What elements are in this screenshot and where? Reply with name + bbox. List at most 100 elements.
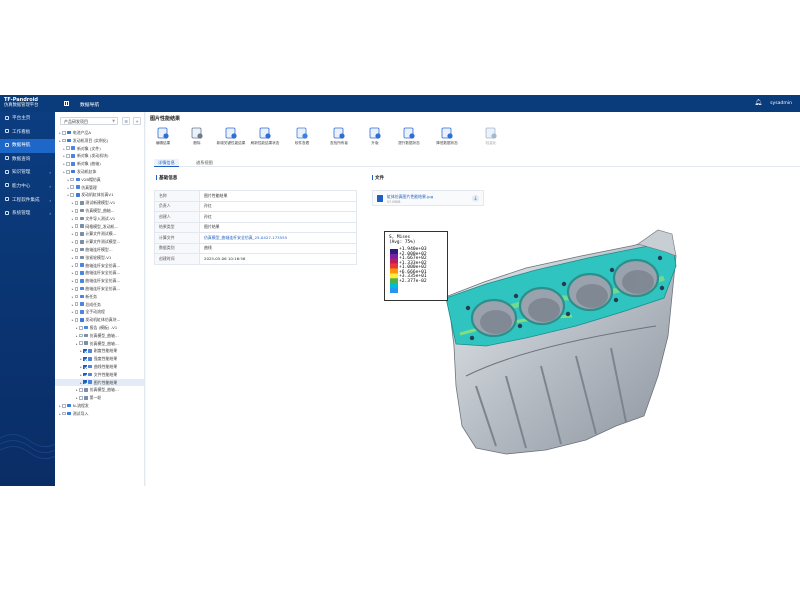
tool-button[interactable]: 降低数据状态	[432, 126, 462, 145]
tree-node[interactable]: ▸ 仿真管理	[55, 184, 144, 192]
tree-node[interactable]: ▸ 强度性能结果	[55, 355, 144, 363]
nav-item[interactable]: 能力中心 ›	[0, 180, 55, 194]
tree-node[interactable]: ▸ 新对象 (发动机块)	[55, 152, 144, 160]
tool-button[interactable]: 查找所有者	[324, 126, 354, 145]
tree-checkbox[interactable]	[74, 239, 79, 244]
tree-checkbox[interactable]	[78, 388, 83, 392]
tool-button[interactable]: 新增关键性能结果	[216, 126, 246, 145]
tree-node[interactable]: ▸ 仿真模型_曲轴…	[55, 332, 144, 340]
tree-checkbox[interactable]	[66, 169, 70, 174]
tree-checkbox[interactable]	[78, 325, 83, 330]
tree-checkbox[interactable]	[83, 372, 87, 377]
tool-button[interactable]: 提升数据状态	[394, 126, 424, 145]
add-node-icon[interactable]: +	[133, 117, 141, 125]
tree-node[interactable]: ▸ 刚度性能结果	[55, 347, 144, 355]
tree-node[interactable]: ▸ 仿真模型_曲轴…	[55, 340, 144, 348]
tree-node[interactable]: ▸ 图片性能结果	[55, 378, 144, 387]
tree-checkbox[interactable]	[83, 349, 87, 353]
tree-node[interactable]: ▸ 曲轴连杆安全仿真…	[55, 269, 144, 277]
tree-checkbox[interactable]	[74, 294, 79, 299]
tree-checkbox[interactable]	[70, 193, 75, 197]
nav-item[interactable]: 数据导航	[0, 139, 55, 153]
file-card[interactable]: 缸体仿真图片性能结果.jpg 57.09KB ⤓	[372, 190, 484, 206]
tree-node[interactable]: ▸ 曲轴连杆模型…	[55, 246, 144, 254]
tree-node[interactable]: ▸ 张紧轮模型-V1	[55, 254, 144, 262]
tree-node[interactable]: ▸ 电池产品A	[55, 129, 144, 137]
nav-item[interactable]: 知识管理 ›	[0, 166, 55, 180]
tree-checkbox[interactable]	[74, 271, 79, 275]
tree-node[interactable]: ▸ 第一轮	[55, 394, 144, 402]
tree-checkbox[interactable]	[74, 278, 79, 283]
tree-node[interactable]: ▸ 文件导入测试-V1	[55, 215, 144, 223]
tree-node[interactable]: ▸ 曲轴连杆安全仿真…	[55, 285, 144, 293]
tool-button[interactable]: 刷新性能结果状态	[250, 126, 280, 145]
tree-node[interactable]: ▸ 新任务	[55, 293, 144, 301]
tree-checkbox[interactable]	[83, 356, 87, 361]
tab[interactable]: 详情信息	[154, 159, 179, 167]
tree-node[interactable]: ▸ 曲轴连杆安全仿真…	[55, 277, 144, 285]
collapse-menu-icon[interactable]	[64, 101, 69, 106]
tree-checkbox[interactable]	[74, 247, 79, 252]
tree-node[interactable]: ▸ 测试导入	[55, 410, 144, 418]
tree-node[interactable]: ▸ V2B帽仿真	[55, 176, 144, 184]
tree-node[interactable]: ▸ 曲轴连杆安全仿真…	[55, 262, 144, 270]
tree-checkbox[interactable]	[83, 364, 87, 369]
tree-node[interactable]: ▸ 发动机缸体仿真V1	[55, 191, 144, 199]
tree-checkbox[interactable]	[78, 395, 83, 400]
tab[interactable]: 谱系视图	[192, 159, 217, 167]
bell-icon[interactable]: 🔔︎	[754, 100, 762, 106]
tree-checkbox[interactable]	[78, 341, 83, 346]
nav-item[interactable]: 工程软件集成 ›	[0, 194, 55, 208]
tree-checkbox[interactable]	[62, 138, 66, 143]
tool-button[interactable]: 升版	[360, 126, 390, 145]
tree-node[interactable]: ▸ 仿真模型_曲轴…	[55, 386, 144, 394]
tree-node[interactable]: ▸ 仿真模型_曲轴…	[55, 207, 144, 215]
project-select[interactable]: 产品研发项目 ▼	[60, 117, 118, 125]
info-link[interactable]: 仿真模型_曲轴连杆安全仿真_25-0427-173555	[199, 232, 357, 244]
nav-item[interactable]: 工作看板	[0, 126, 55, 140]
tree-checkbox[interactable]	[70, 177, 75, 182]
tree-node[interactable]: ▸ 网格模型_发动机…	[55, 223, 144, 231]
tree-node[interactable]: ▸ 总成任务	[55, 301, 144, 309]
nav-item[interactable]: 系统管理 ›	[0, 207, 55, 221]
tree-checkbox[interactable]	[62, 130, 66, 135]
tree-checkbox[interactable]	[78, 333, 83, 338]
tree-checkbox[interactable]	[74, 317, 79, 322]
tree-checkbox[interactable]	[74, 255, 79, 260]
download-icon[interactable]: ⤓	[472, 195, 479, 202]
tree-checkbox[interactable]	[83, 380, 87, 385]
tree-checkbox[interactable]	[74, 232, 79, 236]
tree-checkbox[interactable]	[74, 216, 79, 221]
tree-checkbox[interactable]	[74, 224, 79, 229]
tool-button[interactable]: 软件查看	[287, 126, 317, 145]
tree-checkbox[interactable]	[62, 403, 66, 408]
tree-checkbox[interactable]	[66, 161, 70, 166]
tree-node[interactable]: ▸ N-流程发	[55, 402, 144, 410]
nav-item[interactable]: 平台主页	[0, 112, 55, 126]
tool-button[interactable]: 编辑结果	[148, 126, 178, 145]
tree-checkbox[interactable]	[74, 286, 79, 291]
tree-node[interactable]: ▸ 发动机缸体仿真块…	[55, 316, 144, 324]
user-name[interactable]: sysadmin	[770, 101, 792, 106]
tree-checkbox[interactable]	[66, 146, 70, 151]
tree-node[interactable]: ▸ 新对象 (文件)	[55, 145, 144, 153]
tree-node[interactable]: ▸ 测试新建模型-V1	[55, 199, 144, 207]
tree-checkbox[interactable]	[74, 310, 79, 314]
tree-checkbox[interactable]	[74, 302, 79, 307]
tree-node[interactable]: ▸ 计算文件测试模型…	[55, 238, 144, 246]
tree-node[interactable]: ▸ 全手动流程	[55, 308, 144, 316]
tree-node[interactable]: ▸ 发动机项目 (实例化)	[55, 137, 144, 145]
tree-checkbox[interactable]	[74, 200, 79, 205]
tree-node[interactable]: ▸ 报告 (模板) -V1	[55, 324, 144, 332]
tree-checkbox[interactable]	[74, 263, 79, 268]
tree-node[interactable]: ▸ 新对象 (曲轴)	[55, 160, 144, 168]
tree-node[interactable]: ▸ 发动机缸体	[55, 168, 144, 176]
tree-checkbox[interactable]	[66, 154, 70, 158]
tree-node[interactable]: ▸ 计算文件测试模…	[55, 230, 144, 238]
tree-node[interactable]: ▸ 曲线性能结果	[55, 363, 144, 371]
list-view-icon[interactable]: ☰	[122, 117, 130, 125]
tree-checkbox[interactable]	[62, 411, 66, 416]
tool-button[interactable]: 删除	[182, 126, 212, 145]
tree-checkbox[interactable]	[74, 208, 79, 213]
nav-item[interactable]: 数据查询	[0, 153, 55, 167]
